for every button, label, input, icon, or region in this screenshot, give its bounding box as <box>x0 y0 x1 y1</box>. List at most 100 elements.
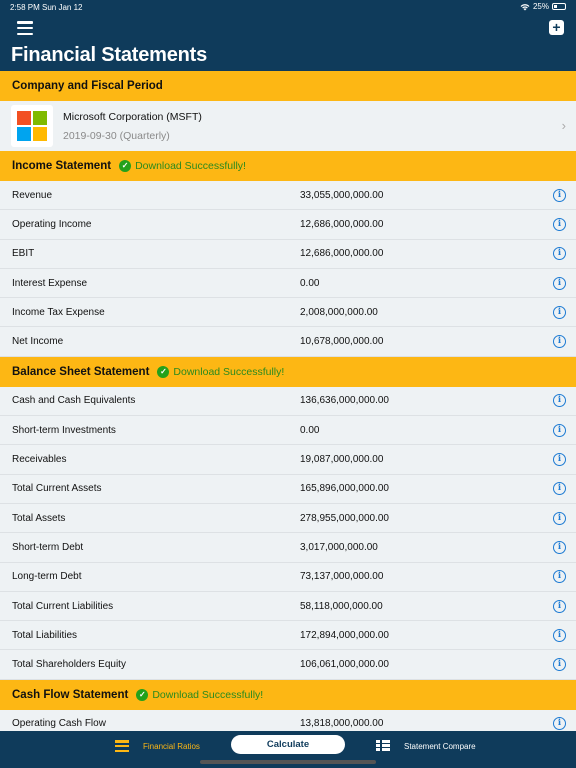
table-row: Net Income 10,678,000,000.00 i <box>0 327 576 357</box>
row-value: 106,061,000,000.00 <box>300 659 389 671</box>
info-icon[interactable]: i <box>553 305 566 319</box>
table-icon <box>376 740 390 752</box>
row-label: Short-term Investments <box>12 424 116 436</box>
check-circle-icon: ✓ <box>136 688 149 701</box>
row-label: Net Income <box>12 336 64 348</box>
tab-label: Statement Compare <box>404 741 476 751</box>
download-status: ✓ Download Successfully! <box>119 160 246 172</box>
info-icon[interactable]: i <box>553 217 566 231</box>
table-row: Total Current Liabilities 58,118,000,000.… <box>0 591 576 622</box>
row-value: 136,636,000,000.00 <box>300 395 389 407</box>
check-circle-icon: ✓ <box>119 160 132 172</box>
table-row: Operating Income 12,686,000,000.00 i <box>0 210 576 240</box>
info-icon[interactable]: i <box>553 247 566 261</box>
row-label: Total Liabilities <box>12 629 78 641</box>
table-row: Revenue 33,055,000,000.00 i <box>0 181 576 211</box>
logo-square <box>17 111 31 125</box>
info-icon[interactable]: i <box>553 482 566 496</box>
download-status-label: Download Successfully! <box>152 688 264 701</box>
info-icon[interactable]: i <box>553 453 566 467</box>
row-label: Short-term Debt <box>12 541 84 553</box>
row-label: Cash and Cash Equivalents <box>12 395 136 407</box>
section-title: Income Statement <box>12 160 112 172</box>
nav-bar: + Financial Statements <box>0 14 576 71</box>
section-title: Balance Sheet Statement <box>12 365 150 378</box>
chevron-right-icon: › <box>561 118 566 133</box>
battery-percent: 25% <box>532 2 549 11</box>
info-icon[interactable]: i <box>553 540 566 554</box>
fiscal-period: 2019-09-30 (Quarterly) <box>63 129 170 142</box>
info-icon[interactable]: i <box>553 570 566 584</box>
microsoft-logo-icon <box>17 111 47 141</box>
plus-square-icon[interactable]: + <box>549 20 564 35</box>
row-label: Total Current Assets <box>12 483 102 495</box>
info-icon[interactable]: i <box>553 599 566 613</box>
table-row: EBIT 12,686,000,000.00 i <box>0 239 576 269</box>
row-label: EBIT <box>12 248 35 260</box>
table-row: Short-term Investments 0.00 i <box>0 416 576 446</box>
row-label: Revenue <box>12 189 53 201</box>
row-label: Interest Expense <box>12 277 88 289</box>
logo-square <box>33 111 47 125</box>
row-value: 10,678,000,000.00 <box>300 336 384 348</box>
company-selector[interactable]: Microsoft Corporation (MSFT) 2019-09-30 … <box>0 101 576 151</box>
row-value: 19,087,000,000.00 <box>300 454 384 466</box>
info-icon[interactable]: i <box>553 335 566 349</box>
check-circle-icon: ✓ <box>157 365 170 378</box>
row-label: Total Current Liabilities <box>12 600 114 612</box>
company-logo <box>11 105 53 147</box>
wifi-icon <box>520 3 530 10</box>
table-row: Interest Expense 0.00 i <box>0 268 576 299</box>
table-row: Total Current Assets 165,896,000,000.00 i <box>0 474 576 504</box>
info-icon[interactable]: i <box>553 658 566 672</box>
table-row: Total Shareholders Equity 106,061,000,000… <box>0 650 576 680</box>
row-label: Receivables <box>12 454 67 466</box>
info-icon[interactable]: i <box>553 717 566 731</box>
row-value: 165,896,000,000.00 <box>300 483 389 495</box>
row-label: Total Assets <box>12 512 66 524</box>
download-status: ✓ Download Successfully! <box>157 365 285 378</box>
page-title: Financial Statements <box>11 44 208 66</box>
row-label: Operating Income <box>12 218 92 230</box>
download-status-label: Download Successfully! <box>173 365 285 378</box>
info-icon[interactable]: i <box>553 511 566 525</box>
row-label: Long-term Debt <box>12 571 82 583</box>
home-indicator <box>200 760 376 764</box>
table-row: Total Assets 278,955,000,000.00 i <box>0 503 576 534</box>
table-row: Short-term Debt 3,017,000,000.00 i <box>0 533 576 563</box>
main-content: Company and Fiscal Period Microsoft Corp… <box>0 71 576 740</box>
company-name: Microsoft Corporation (MSFT) <box>63 110 202 123</box>
row-value: 0.00 <box>300 277 320 289</box>
info-icon[interactable]: i <box>553 423 566 437</box>
info-icon[interactable]: i <box>553 276 566 290</box>
row-value: 12,686,000,000.00 <box>300 218 384 230</box>
tab-label: Financial Ratios <box>143 741 200 751</box>
info-icon[interactable]: i <box>553 628 566 642</box>
row-value: 13,818,000,000.00 <box>300 718 384 730</box>
tab-financial-ratios[interactable]: Financial Ratios <box>115 740 200 752</box>
table-row: Receivables 19,087,000,000.00 i <box>0 445 576 475</box>
row-value: 58,118,000,000.00 <box>300 600 383 612</box>
download-status: ✓ Download Successfully! <box>136 688 264 701</box>
hamburger-icon[interactable] <box>17 21 33 35</box>
status-time: 2:58 PM <box>10 3 40 12</box>
row-label: Income Tax Expense <box>12 306 105 318</box>
row-value: 0.00 <box>300 424 320 436</box>
logo-square <box>17 127 31 141</box>
row-value: 172,894,000,000.00 <box>300 629 389 641</box>
info-icon[interactable]: i <box>553 188 566 202</box>
row-value: 2,008,000,000.00 <box>300 306 378 318</box>
table-row: Cash and Cash Equivalents 136,636,000,000… <box>0 386 576 417</box>
row-value: 278,955,000,000.00 <box>300 512 389 524</box>
download-status-label: Download Successfully! <box>135 160 246 172</box>
row-value: 12,686,000,000.00 <box>300 248 384 260</box>
list-icon <box>115 740 129 752</box>
battery-icon <box>552 3 566 10</box>
logo-square <box>33 127 47 141</box>
calculate-button[interactable]: Calculate <box>231 735 345 754</box>
section-header-cashflow: Cash Flow Statement ✓ Download Successfu… <box>0 679 576 710</box>
info-icon[interactable]: i <box>553 394 566 408</box>
status-right: 25% <box>520 2 566 11</box>
tab-statement-compare[interactable]: Statement Compare <box>376 740 476 752</box>
row-label: Operating Cash Flow <box>12 718 106 730</box>
